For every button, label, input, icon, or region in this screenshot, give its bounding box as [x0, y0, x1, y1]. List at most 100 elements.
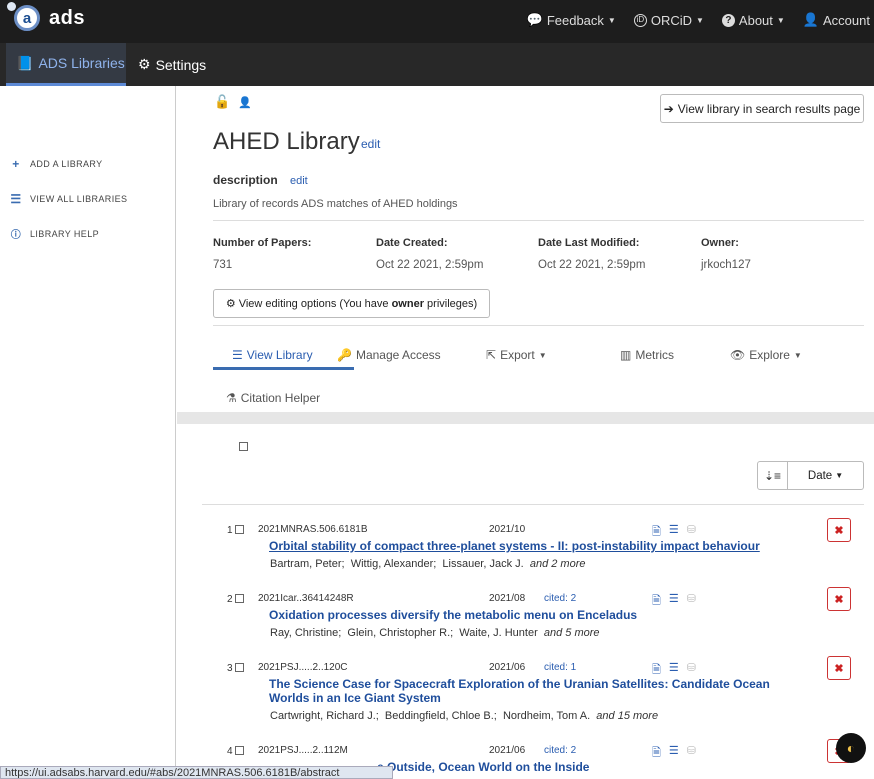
record-title-link[interactable]: Oxidation processes diversify the metabo… [269, 608, 789, 622]
active-tab-indicator [213, 367, 354, 370]
record-title-link[interactable]: The Science Case for Spacecraft Explorat… [269, 677, 789, 705]
bibcode: 2021MNRAS.506.6181B [258, 524, 368, 535]
about-menu[interactable]: ? About ▼ [721, 12, 785, 28]
bibcode: 2021PSJ.....2..112M [258, 745, 348, 756]
pub-date: 2021/08 [489, 593, 526, 604]
view-library-in-search-button[interactable]: ➔ View library in search results page [660, 94, 864, 123]
citation-count-link[interactable]: cited: 1 [544, 662, 576, 673]
library-main: 🔓 👤 ➔ View library in search results pag… [177, 86, 874, 779]
person-icon: 👤 [238, 96, 252, 109]
top-navbar: a ads 💬 Feedback ▼ iD ORCiD ▼ ? About ▼ 👤 A… [0, 0, 874, 43]
tab-view-library[interactable]: ☰ View Library [232, 348, 313, 362]
owner-value: jrkoch127 [701, 259, 751, 271]
tab-manage-access[interactable]: 🔑 Manage Access [337, 348, 441, 362]
record-number: 3 [227, 663, 233, 674]
record-checkbox[interactable] [234, 525, 244, 534]
dark-mode-toggle[interactable]: ◐ [836, 733, 866, 763]
record-checkbox[interactable] [234, 746, 244, 755]
remove-record-button[interactable]: ✖ [827, 518, 851, 542]
bibcode: 2021PSJ.....2..120C [258, 662, 348, 673]
account-menu[interactable]: 👤 Account [803, 12, 870, 28]
unlock-icon: 🔓 [214, 94, 231, 109]
tab-metrics[interactable]: ▥ Metrics [620, 348, 674, 362]
sort-controls: ⇣≡ Date ▼ [757, 461, 864, 490]
date-created-value: Oct 22 2021, 2:59pm [376, 259, 484, 271]
record-number: 4 [227, 746, 233, 757]
key-icon: 🔑 [337, 348, 352, 362]
eye-icon: 👁 [730, 348, 746, 362]
arrow-right-icon: ➔ [663, 101, 674, 116]
close-icon: ✖ [834, 524, 844, 537]
gear-icon: ⚙ [138, 56, 151, 72]
record-title-link[interactable]: e Outside, Ocean World on the Inside [377, 760, 874, 774]
sort-direction-button[interactable]: ⇣≡ [757, 461, 788, 490]
user-icon: 👤 [802, 12, 820, 27]
record-title-link[interactable]: Orbital stability of compact three-plane… [269, 539, 789, 553]
papers-count-value: 731 [213, 259, 233, 271]
list-icon: ☰ [10, 192, 22, 206]
description-heading: description [213, 173, 278, 187]
record-authors: Cartwright, Richard J.; Beddingfield, Ch… [270, 710, 659, 722]
tab-explore[interactable]: 👁 Explore ▼ [730, 348, 802, 362]
bar-chart-icon: ▥ [620, 348, 632, 362]
tab-citation-helper[interactable]: ⚗ Citation Helper [226, 391, 320, 405]
library-navbar: 📘 ADS Libraries ⚙ Settings [0, 43, 874, 86]
close-icon: ✖ [834, 662, 844, 675]
feedback-menu[interactable]: 💬 Feedback ▼ [527, 12, 616, 28]
sort-field-dropdown[interactable]: Date ▼ [788, 461, 864, 490]
pub-date: 2021/06 [489, 745, 526, 756]
sidebar-item-library-help[interactable]: ⓘ LIBRARY HELP [8, 226, 99, 242]
info-icon: ⓘ [10, 230, 22, 241]
question-icon: ? [721, 13, 735, 27]
record-authors: Ray, Christine; Glein, Christopher R.; W… [270, 627, 600, 639]
sort-amount-down-icon: ⇣≡ [763, 468, 782, 483]
pub-date: 2021/10 [489, 524, 526, 535]
divider [202, 504, 864, 505]
sidebar-item-view-all-libraries[interactable]: ☰ VIEW ALL LIBRARIES [8, 192, 127, 206]
list-icon: ☰ [232, 348, 243, 362]
flask-icon: ⚗ [226, 391, 237, 405]
section-separator [177, 412, 874, 424]
sidebar-item-add-library[interactable]: + ADD A LIBRARY [8, 157, 103, 171]
record-number: 1 [227, 525, 233, 536]
record-checkbox[interactable] [234, 594, 244, 603]
view-editing-options-button[interactable]: ⚙ View editing options (You have owner p… [213, 289, 490, 318]
gear-icon: ⚙ [225, 298, 236, 310]
orcid-menu[interactable]: iD ORCiD ▼ [633, 12, 704, 28]
brand-name: ads [49, 6, 85, 29]
record-authors: Bartram, Peter; Wittig, Alexander; Lissa… [270, 558, 586, 570]
library-description: Library of records ADS matches of AHED h… [213, 198, 458, 210]
select-all-checkbox[interactable] [239, 442, 248, 451]
tab-export[interactable]: ⇱ Export ▼ [486, 348, 547, 362]
citation-count-link[interactable]: cited: 2 [544, 593, 576, 604]
date-modified-label: Date Last Modified: [538, 237, 640, 249]
export-icon: ⇱ [486, 348, 497, 362]
remove-record-button[interactable]: ✖ [827, 656, 851, 680]
list-item: 3 2021PSJ.....2..120C 2021/06 cited: 1 🗎… [177, 656, 874, 732]
bibcode: 2021Icar..36414248R [258, 593, 354, 604]
list-item: 2 2021Icar..36414248R 2021/08 cited: 2 🗎… [177, 587, 874, 663]
record-checkbox[interactable] [234, 663, 244, 672]
tab-settings[interactable]: ⚙ Settings [138, 43, 206, 86]
plus-icon: + [12, 157, 20, 171]
papers-count-label: Number of Papers: [213, 237, 312, 249]
owner-label: Owner: [701, 237, 739, 249]
close-icon: ✖ [834, 593, 844, 606]
library-title: AHED Library [213, 128, 360, 155]
orcid-icon: iD [633, 13, 647, 27]
citation-count-link[interactable]: cited: 2 [544, 745, 576, 756]
edit-title-link[interactable]: edit [361, 137, 380, 151]
moon-icon: ◐ [846, 740, 856, 756]
comment-icon: 💬 [526, 12, 543, 27]
list-item: 1 2021MNRAS.506.6181B 2021/10 🗎 ☰ ⛁ ✖ Or… [177, 518, 874, 594]
sidebar: + ADD A LIBRARY ☰ VIEW ALL LIBRARIES ⓘ L… [0, 86, 176, 779]
ads-logo-icon: a [7, 2, 40, 31]
ads-logo[interactable]: a ads [7, 2, 85, 31]
remove-record-button[interactable]: ✖ [827, 587, 851, 611]
edit-description-link[interactable]: edit [290, 175, 308, 187]
tab-ads-libraries[interactable]: 📘 ADS Libraries [6, 43, 126, 86]
date-modified-value: Oct 22 2021, 2:59pm [538, 259, 646, 271]
pub-date: 2021/06 [489, 662, 526, 673]
divider [213, 325, 864, 326]
results-list: ⇣≡ Date ▼ 1 2021MNRAS.506.6181B 2021/10 🗎… [177, 424, 874, 779]
